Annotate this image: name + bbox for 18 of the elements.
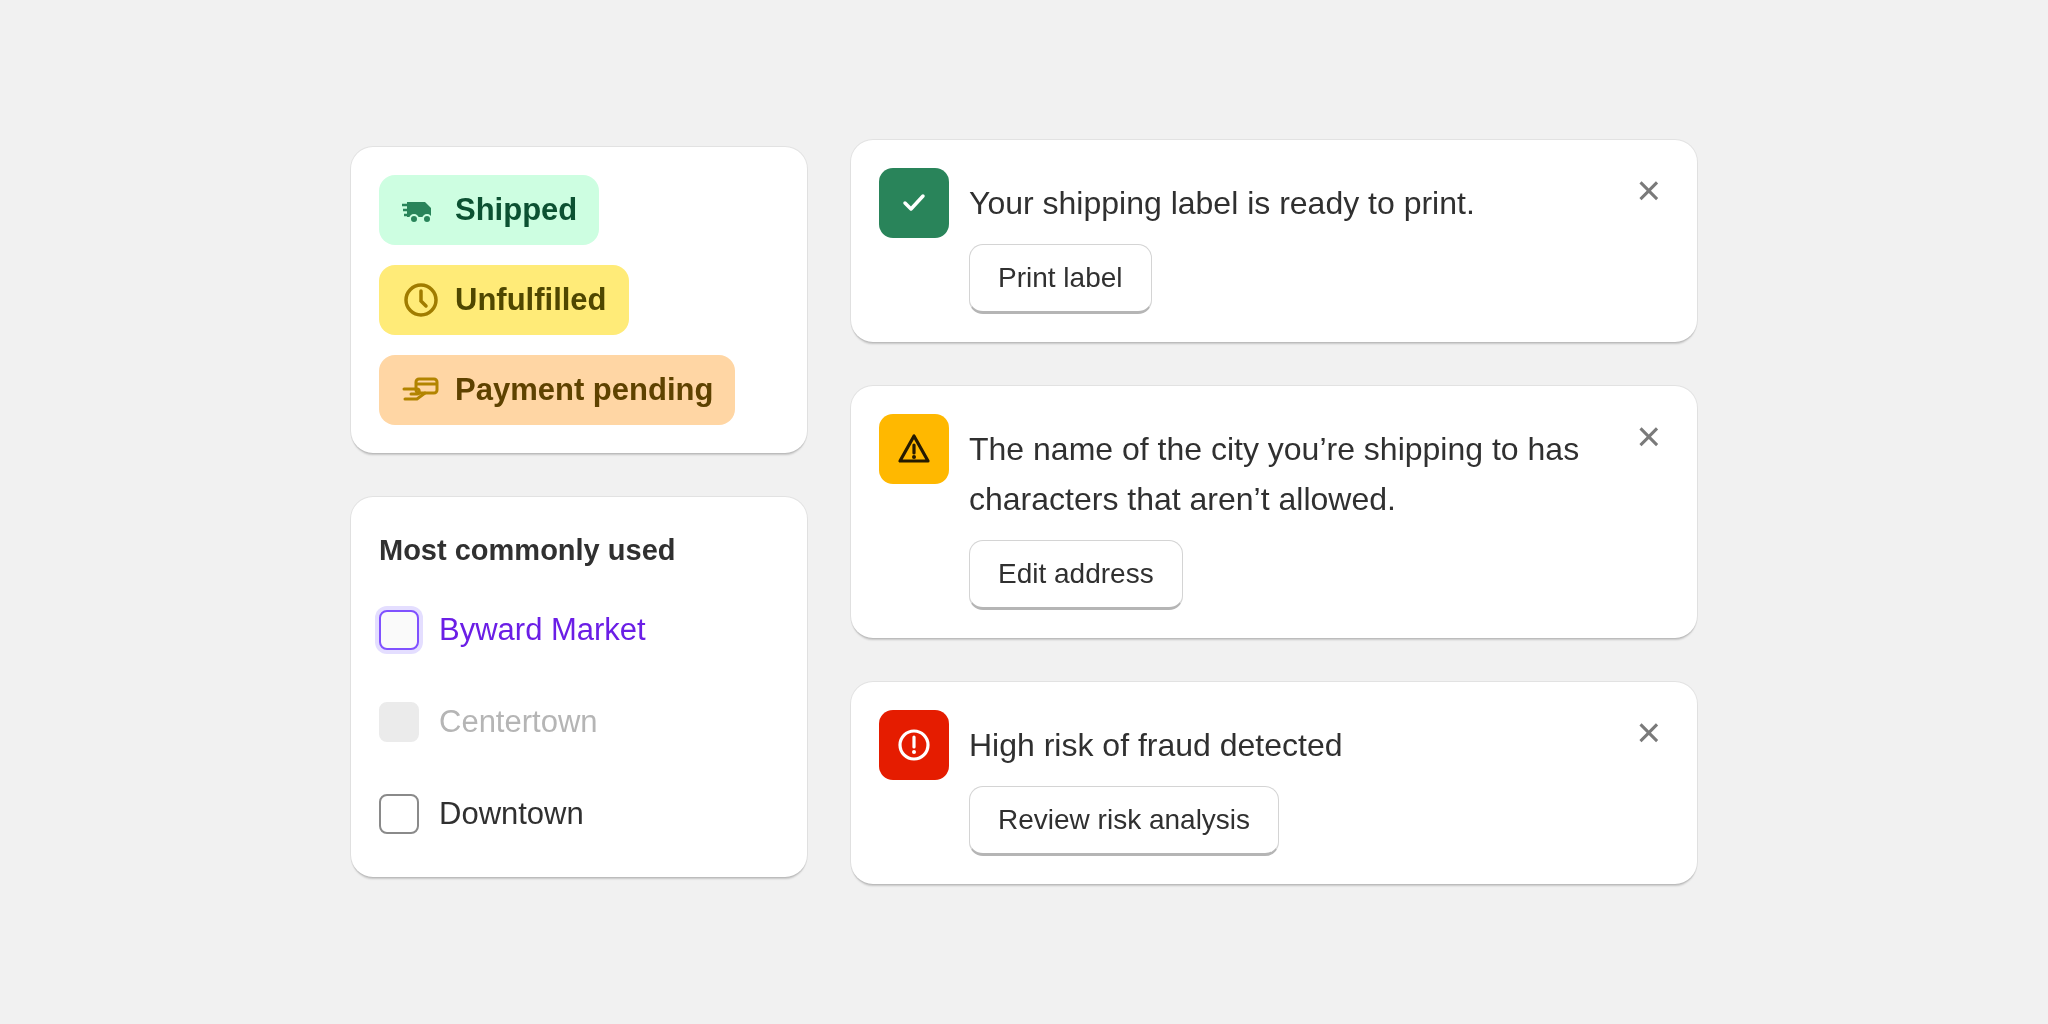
banner-message: High risk of fraud detected xyxy=(969,726,1343,765)
status-badge: Unfulfilled xyxy=(379,265,629,336)
checkbox-label[interactable]: Byward Market xyxy=(439,606,646,653)
warning-icon xyxy=(879,414,949,484)
banner-message: Your shipping label is ready to print. xyxy=(969,184,1475,223)
close-button[interactable]: × xyxy=(1628,170,1669,212)
status-badge: Payment pending xyxy=(379,355,736,426)
banner-message: The name of the city you’re shipping to has characters that aren’t allowed. xyxy=(969,430,1581,519)
list-title: Most commonly used xyxy=(379,533,677,569)
action-button[interactable]: Edit address xyxy=(969,540,1183,610)
close-button[interactable]: × xyxy=(1628,712,1669,754)
checkmark-icon xyxy=(879,168,949,238)
checkbox[interactable] xyxy=(379,793,419,834)
action-button[interactable]: Print label xyxy=(969,244,1152,314)
action-button[interactable]: Review risk analysis xyxy=(969,786,1280,856)
checkbox-label[interactable]: Downtown xyxy=(439,790,584,837)
status-badge: Shipped xyxy=(379,175,600,246)
close-button[interactable]: × xyxy=(1628,416,1669,458)
